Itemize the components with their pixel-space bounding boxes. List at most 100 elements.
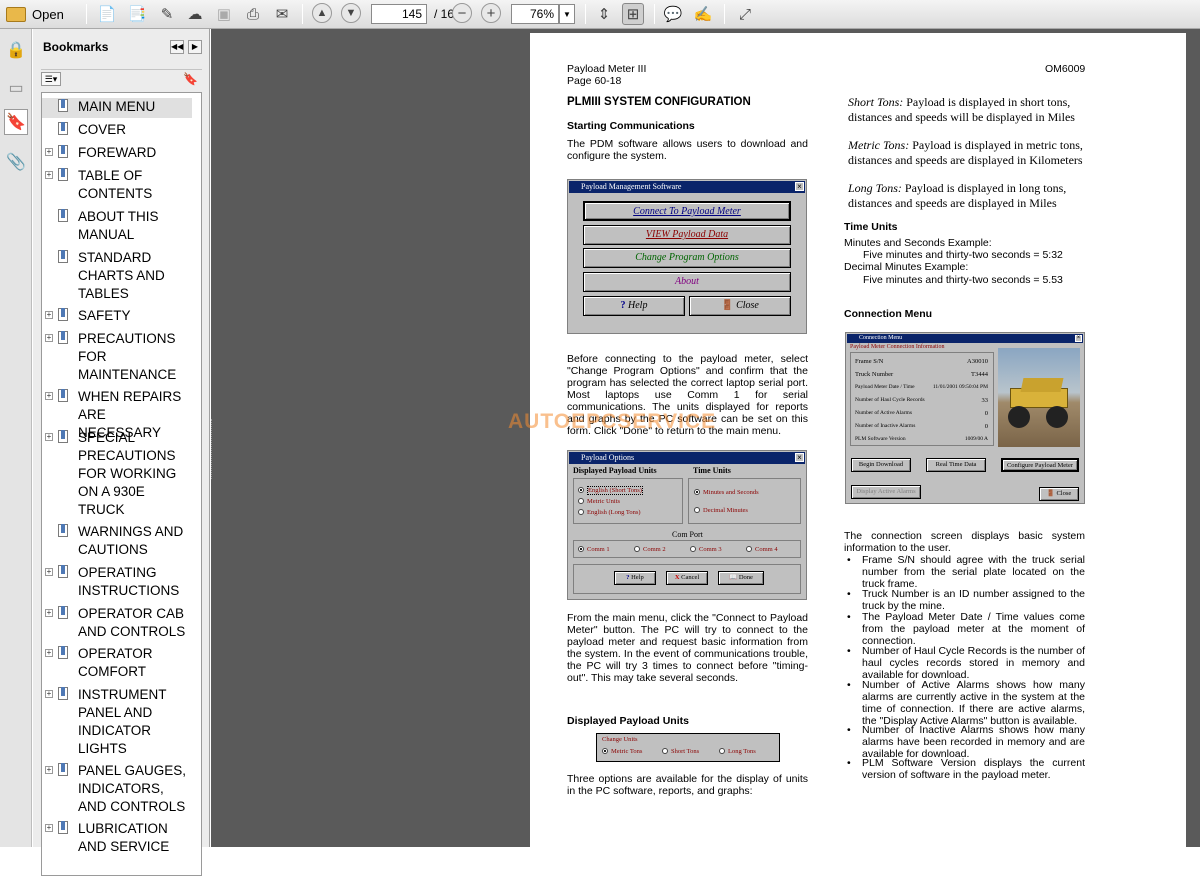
combine-files-icon[interactable]: 📑 bbox=[126, 3, 148, 25]
expand-panel-icon[interactable]: ▶ bbox=[188, 40, 202, 54]
fit-page-icon[interactable]: ⇕ bbox=[593, 3, 615, 25]
splitter-handle[interactable] bbox=[211, 419, 214, 479]
upload-icon[interactable]: ☁ bbox=[184, 3, 206, 25]
close-icon[interactable]: × bbox=[1075, 335, 1082, 342]
print-icon[interactable]: ⎙ bbox=[242, 3, 264, 25]
view-data-button[interactable]: VIEW Payload Data bbox=[583, 225, 791, 245]
edit-icon[interactable]: ✎ bbox=[156, 3, 178, 25]
toolbar: Open 📄 📑 ✎ ☁ ▣ ⎙ ✉ ▲ ▼ 145 / 165 − + 76%… bbox=[0, 0, 1200, 29]
collapse-panel-icon[interactable]: ◀◀ bbox=[170, 40, 184, 54]
zoom-in-button[interactable]: + bbox=[481, 3, 501, 23]
active-alarms-row: Number of Active Alarms bbox=[855, 410, 912, 416]
configure-payload-meter-button[interactable]: Configure Payload Meter bbox=[1001, 458, 1079, 472]
save-icon[interactable]: ▣ bbox=[213, 3, 235, 25]
zoom-input[interactable]: 76% bbox=[511, 4, 559, 24]
radio-metric[interactable]: Metric Units bbox=[578, 498, 620, 505]
highlight-icon[interactable]: ✍ bbox=[692, 3, 714, 25]
expand-icon[interactable]: + bbox=[45, 649, 53, 657]
display-active-alarms-button[interactable]: Display Active Alarms bbox=[851, 485, 921, 499]
door-icon: 🚪 bbox=[721, 300, 734, 311]
zoom-out-button[interactable]: − bbox=[452, 3, 472, 23]
expand-icon[interactable]: + bbox=[45, 568, 53, 576]
subheading-displayed-units: Displayed Payload Units bbox=[567, 715, 689, 727]
door-icon: 🚪 bbox=[1046, 490, 1055, 497]
radio-com2[interactable]: Comm 2 bbox=[634, 546, 666, 553]
expand-icon[interactable]: + bbox=[45, 766, 53, 774]
subheading-time-units: Time Units bbox=[844, 221, 898, 233]
time-header: Time Units bbox=[693, 466, 731, 475]
bookmark-icon bbox=[58, 308, 68, 321]
connect-button[interactable]: Connect To Payload Meter bbox=[583, 201, 791, 221]
com-header: Com Port bbox=[672, 530, 703, 539]
radio-com1[interactable]: Comm 1 bbox=[578, 546, 610, 553]
bookmark-options-icon[interactable]: ☰▾ bbox=[41, 72, 61, 86]
radio-short-tons[interactable]: Short Tons bbox=[662, 748, 699, 755]
frame-sn-value: A30010 bbox=[967, 358, 988, 365]
options-done-button[interactable]: 📖 Done bbox=[718, 571, 764, 585]
create-pdf-icon[interactable]: 📄 bbox=[96, 3, 118, 25]
begin-download-button[interactable]: Begin Download bbox=[851, 458, 911, 472]
expand-icon[interactable]: + bbox=[45, 148, 53, 156]
bookmark-icon bbox=[58, 331, 68, 344]
expand-icon[interactable]: + bbox=[45, 171, 53, 179]
bookmarks-icon[interactable]: 🔖 bbox=[4, 109, 28, 135]
time-line-2: Five minutes and thirty-two seconds = 5:… bbox=[863, 249, 1063, 261]
inactive-alarms-value: 0 bbox=[984, 423, 988, 430]
page-number-input[interactable]: 145 bbox=[371, 4, 427, 24]
previous-page-button[interactable]: ▲ bbox=[312, 3, 332, 23]
folder-icon bbox=[6, 6, 26, 22]
expand-icon[interactable]: + bbox=[45, 311, 53, 319]
radio-english-long[interactable]: English (Long Tons) bbox=[578, 509, 641, 516]
pms-window: Payload Management Software × Connect To… bbox=[567, 179, 807, 334]
real-time-data-button[interactable]: Real Time Data bbox=[926, 458, 986, 472]
time-line-3: Decimal Minutes Example: bbox=[844, 261, 969, 273]
attachments-icon[interactable]: 📎 bbox=[4, 149, 28, 175]
radio-com4[interactable]: Comm 4 bbox=[746, 546, 778, 553]
radio-english-short[interactable]: English (Short Tons) bbox=[578, 486, 643, 495]
options-cancel-button[interactable]: X Cancel bbox=[666, 571, 708, 585]
change-options-button[interactable]: Change Program Options bbox=[583, 248, 791, 268]
truck-number-value: T3444 bbox=[971, 371, 988, 378]
radio-long-tons[interactable]: Long Tons bbox=[719, 748, 756, 755]
radio-com3[interactable]: Comm 3 bbox=[690, 546, 722, 553]
radio-minutes-seconds[interactable]: Minutes and Seconds bbox=[694, 489, 759, 496]
connection-close-button[interactable]: 🚪 Close bbox=[1039, 487, 1079, 501]
close-button[interactable]: 🚪 Close bbox=[689, 296, 791, 316]
close-icon[interactable]: × bbox=[795, 182, 804, 191]
bookmark-icon bbox=[58, 524, 68, 537]
expand-icon[interactable]: + bbox=[45, 392, 53, 400]
haul-cycle-row: Number of Haul Cycle Records bbox=[855, 397, 925, 403]
expand-icon[interactable]: + bbox=[45, 609, 53, 617]
options-help-button[interactable]: ? Help bbox=[614, 571, 656, 585]
para-starting: The PDM software allows users to downloa… bbox=[567, 138, 808, 162]
radio-decimal-minutes[interactable]: Decimal Minutes bbox=[694, 507, 748, 514]
page-thumbnails-icon[interactable]: ▭ bbox=[4, 75, 28, 101]
about-button[interactable]: About bbox=[583, 272, 791, 292]
fullscreen-icon[interactable]: ⤢ bbox=[734, 3, 756, 25]
help-button[interactable]: ? Help bbox=[583, 296, 685, 316]
close-icon[interactable]: × bbox=[795, 453, 804, 462]
bookmark-icon bbox=[58, 821, 68, 834]
fit-width-icon[interactable]: ⊞ bbox=[622, 3, 644, 25]
software-version-value: 1009/00 A bbox=[964, 436, 988, 442]
open-label: Open bbox=[32, 6, 64, 22]
help-icon: ? bbox=[626, 574, 630, 581]
radio-metric-tons[interactable]: Metric Tons bbox=[602, 748, 642, 755]
section-title: PLMIII SYSTEM CONFIGURATION bbox=[567, 96, 751, 108]
next-page-button[interactable]: ▼ bbox=[341, 3, 361, 23]
comment-icon[interactable]: 💬 bbox=[662, 3, 684, 25]
bookmarks-title: Bookmarks bbox=[43, 40, 109, 54]
bookmark-item[interactable]: MAIN MENU bbox=[42, 98, 192, 118]
expand-icon[interactable]: + bbox=[45, 433, 53, 441]
zoom-dropdown-icon[interactable]: ▼ bbox=[559, 4, 575, 24]
open-button[interactable]: Open bbox=[6, 3, 72, 25]
email-icon[interactable]: ✉ bbox=[271, 3, 293, 25]
expand-icon[interactable]: + bbox=[45, 824, 53, 832]
watermark-text: AUTOEPCSERVICE bbox=[508, 410, 717, 433]
new-bookmark-icon[interactable]: 🔖 bbox=[183, 72, 198, 86]
expand-icon[interactable]: + bbox=[45, 334, 53, 342]
lock-icon[interactable]: 🔒 bbox=[4, 37, 28, 63]
bookmark-list: MAIN MENU COVER + FOREWARD + TABLE OF CONT… bbox=[41, 92, 202, 876]
para-connection: The connection screen displays basic sys… bbox=[844, 530, 1085, 554]
expand-icon[interactable]: + bbox=[45, 690, 53, 698]
